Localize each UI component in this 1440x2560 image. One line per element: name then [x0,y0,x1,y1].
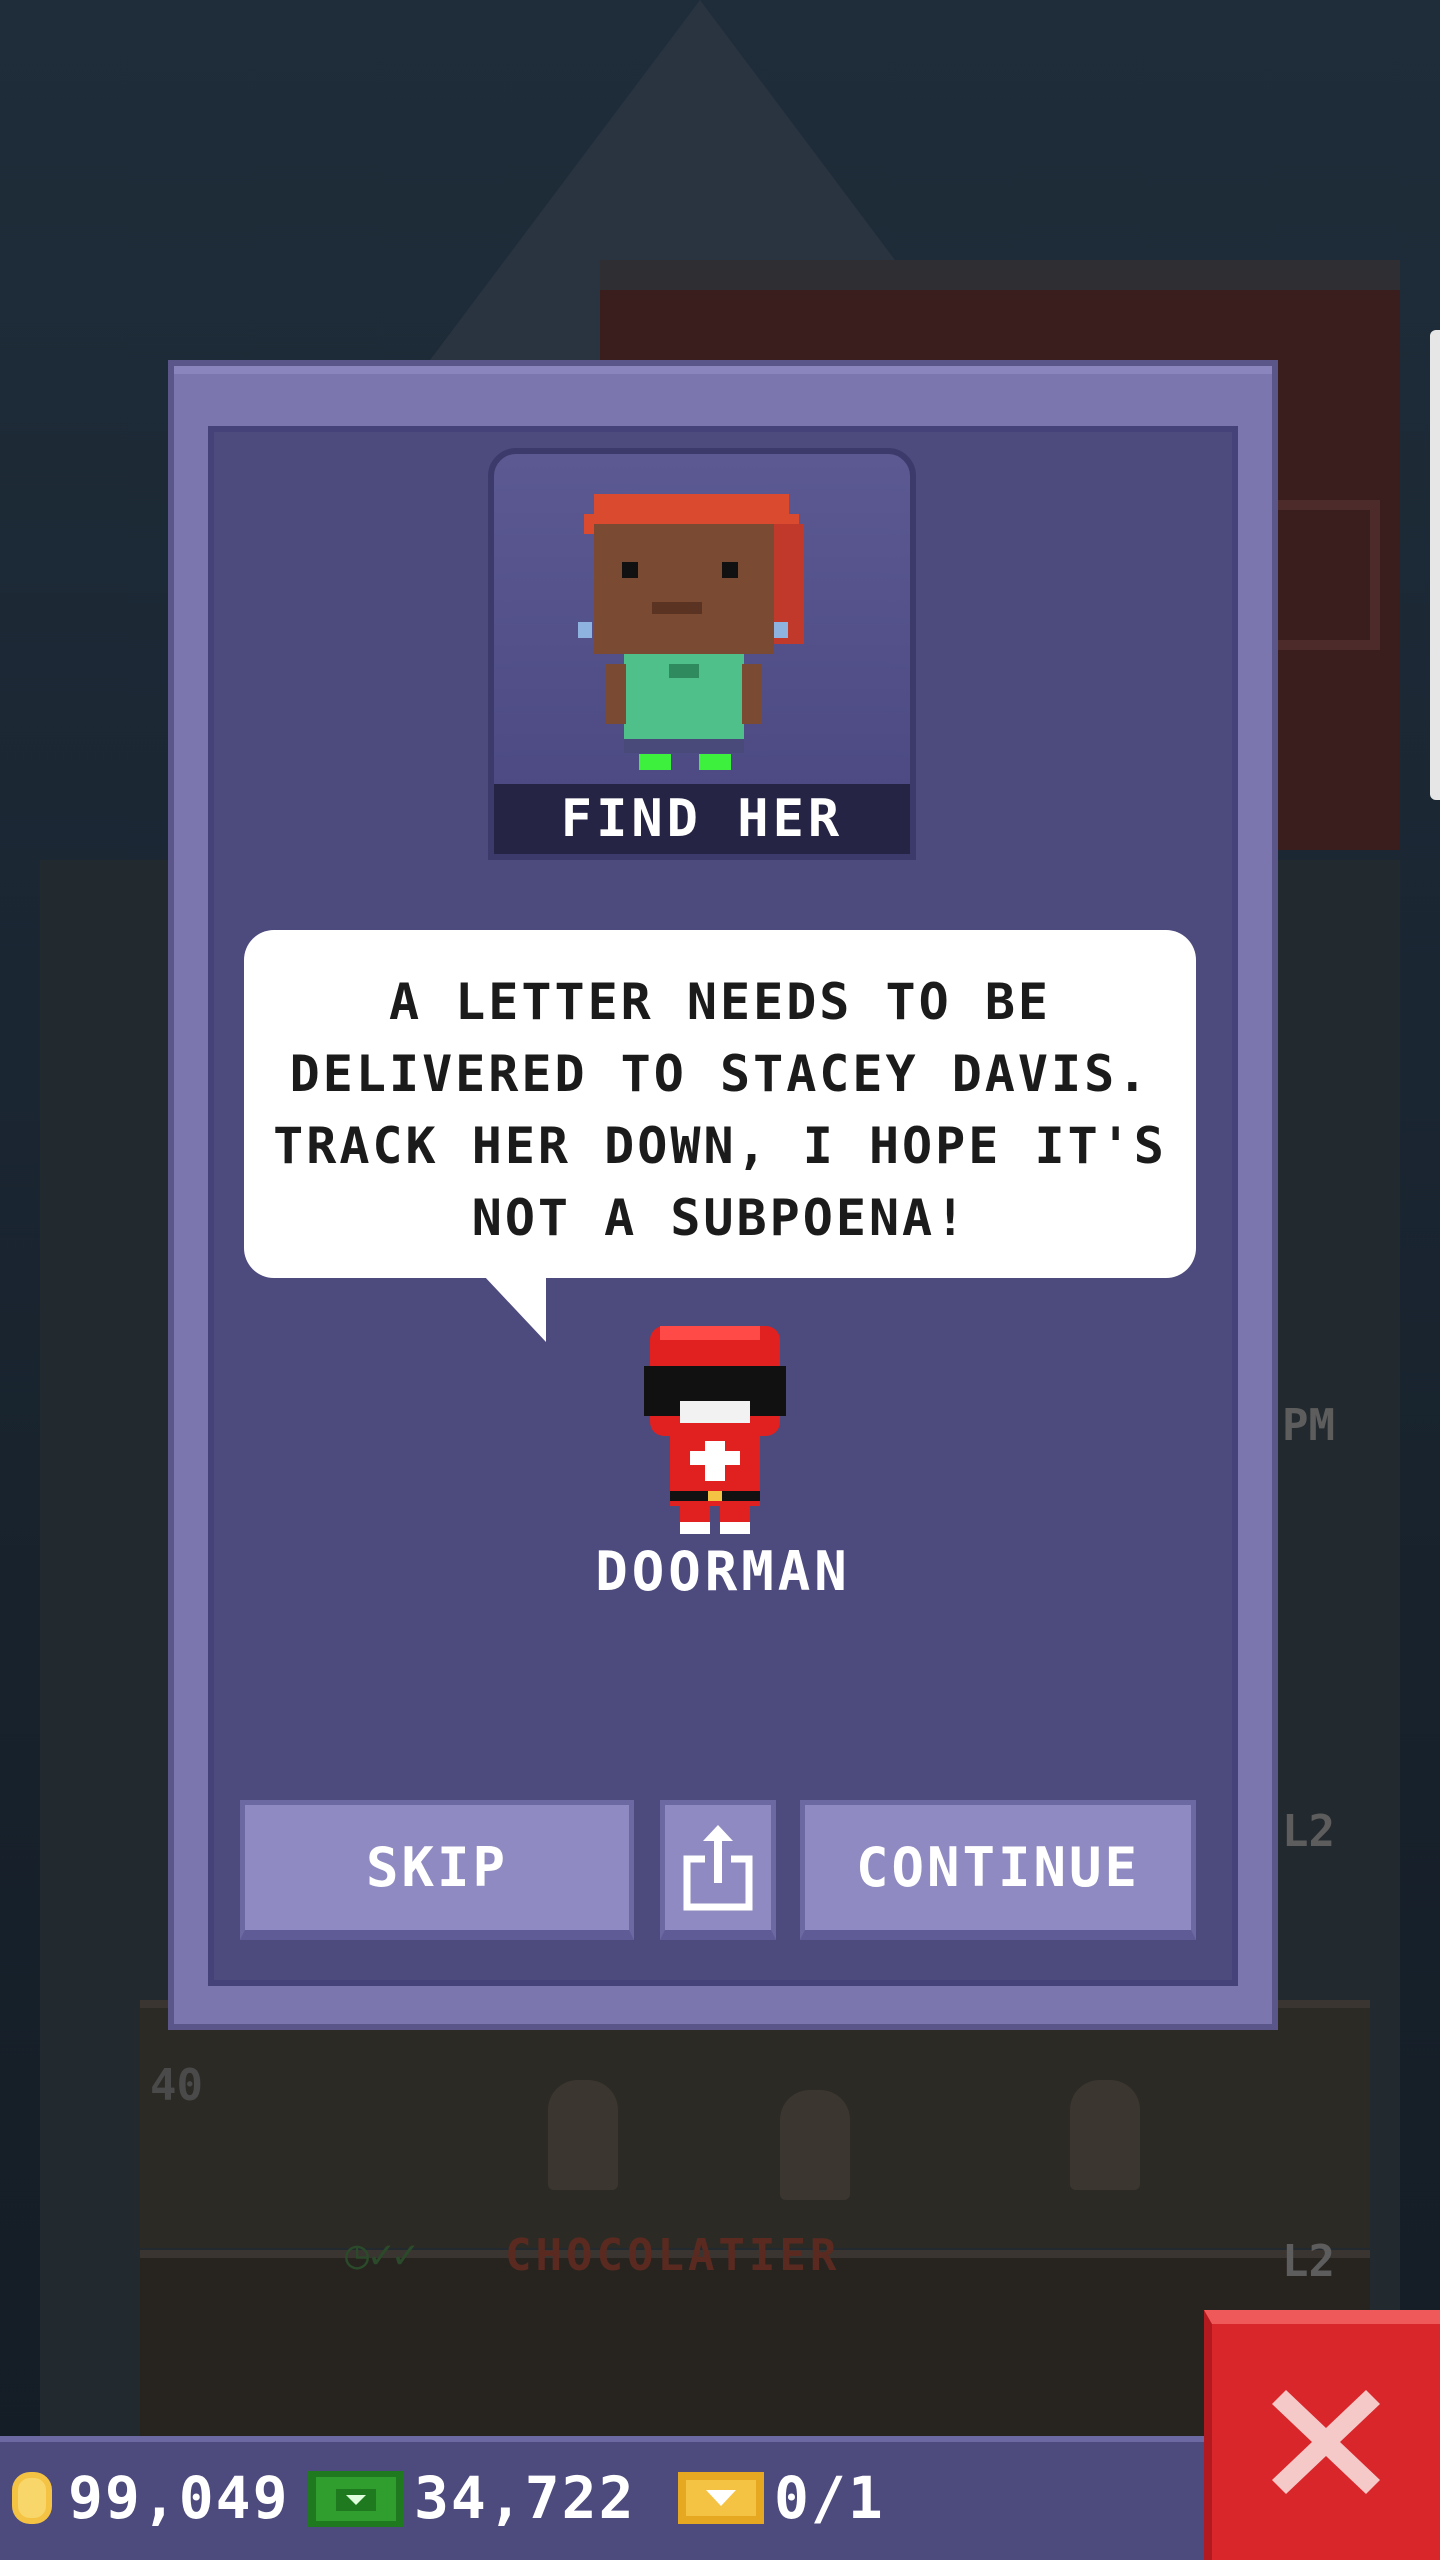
floor-number: 40 [150,2060,203,2111]
speaker-name: DOORMAN [595,1540,851,1603]
floor-level-tag: L2 [1282,1806,1335,1857]
skip-button-label: SKIP [365,1836,509,1899]
bitizen-figure [548,2080,618,2190]
golden-ticket-icon [678,2472,764,2524]
close-button[interactable] [1204,2310,1440,2560]
continue-button[interactable]: CONTINUE [800,1800,1196,1940]
tower-bux-icon [308,2471,404,2527]
bux-counter: 34,722 [306,2464,636,2532]
floor-status-icons: ◷✓✓ [345,2232,418,2278]
side-scroll-tab[interactable] [1430,330,1440,800]
target-portrait: FIND HER [488,448,916,860]
doorman-avatar-icon [644,1326,786,1534]
share-icon [683,1824,753,1910]
stacey-avatar-icon [578,494,804,770]
floor-level-tag: L2 [1282,2236,1335,2287]
continue-button-label: CONTINUE [855,1836,1141,1899]
skip-button[interactable]: SKIP [240,1800,634,1940]
floor-name: CHOCOLATIER [505,2230,841,2281]
game-screen: 40 ◷✓✓ CHOCOLATIER L2 L2 PM FIND HER A L… [0,0,1440,2560]
bux-value: 34,722 [414,2464,636,2532]
mission-message: A LETTER NEEDS TO BE DELIVERED TO STACEY… [273,973,1167,1247]
speech-bubble: A LETTER NEEDS TO BE DELIVERED TO STACEY… [244,930,1196,1278]
bitizen-figure [780,2090,850,2200]
share-button[interactable] [660,1800,776,1940]
coins-value: 99,049 [68,2464,290,2532]
bitizen-figure [1070,2080,1140,2190]
coins-counter: 99,049 [4,2464,290,2532]
floor-time-tag: PM [1282,1400,1335,1451]
mission-title: FIND HER [494,784,910,854]
tickets-value: 0/1 [774,2464,885,2532]
close-icon [1272,2390,1380,2494]
background-floor [140,2000,1370,2248]
speech-bubble-tail [484,1276,546,1342]
coin-icon [12,2472,52,2524]
golden-ticket-counter: 0/1 [676,2464,885,2532]
